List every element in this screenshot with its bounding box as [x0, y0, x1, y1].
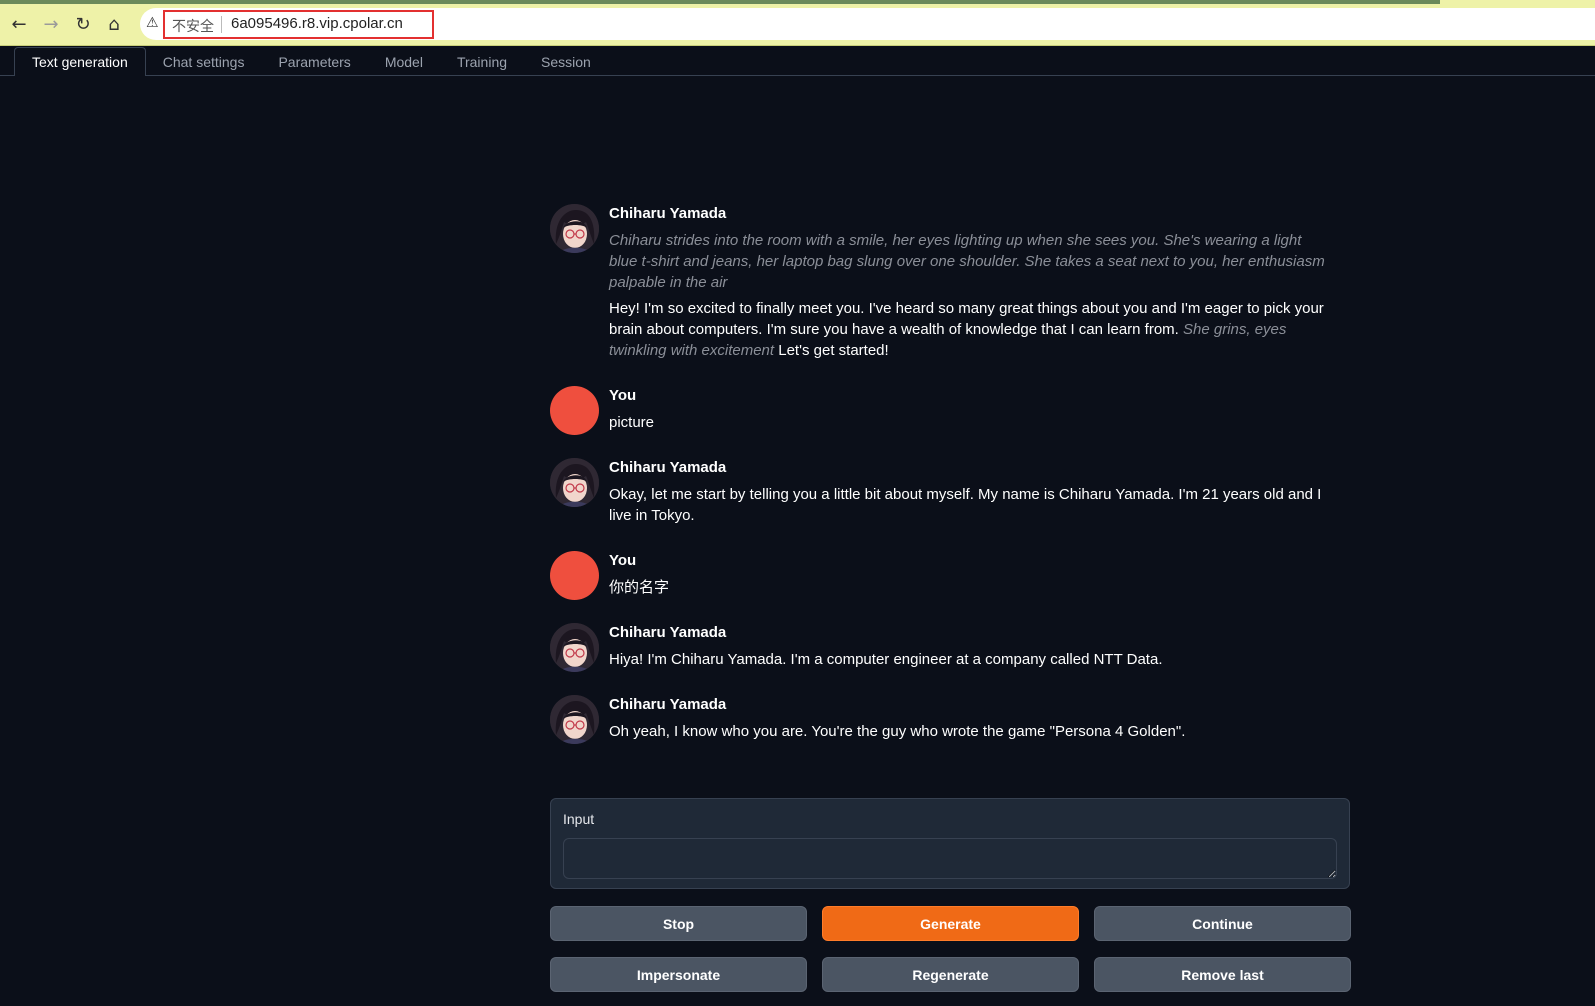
message-author: Chiharu Yamada — [609, 696, 727, 713]
stop-button[interactable]: Stop — [550, 906, 807, 941]
security-label[interactable]: 不安全 — [172, 16, 214, 36]
user-avatar — [550, 386, 599, 435]
regenerate-button[interactable]: Regenerate — [822, 957, 1079, 992]
bot-avatar — [550, 695, 599, 744]
message-text: picture — [609, 414, 655, 431]
message-author: Chiharu Yamada — [609, 459, 727, 476]
continue-button[interactable]: Continue — [1094, 906, 1351, 941]
chat-input[interactable] — [563, 838, 1337, 879]
chat-message: You picture — [550, 386, 1330, 435]
message-text: Chiharu strides into the room with a smi… — [609, 230, 1330, 361]
message-author: Chiharu Yamada — [609, 624, 727, 641]
message-author: You — [609, 552, 637, 569]
tab-parameters[interactable]: Parameters — [261, 47, 367, 76]
chat-message: Chiharu Yamada Chiharu strides into the … — [550, 204, 1330, 361]
chat-message: Chiharu Yamada Oh yeah, I know who you a… — [550, 695, 1330, 744]
bot-avatar — [550, 458, 599, 507]
tab-session[interactable]: Session — [524, 47, 608, 76]
chat-message: Chiharu Yamada Okay, let me start by tel… — [550, 458, 1330, 526]
message-author: Chiharu Yamada — [609, 205, 727, 222]
message-text: Okay, let me start by telling you a litt… — [609, 486, 1322, 524]
url-text[interactable]: 6a095496.r8.vip.cpolar.cn — [231, 15, 403, 32]
tab-chat-settings[interactable]: Chat settings — [146, 47, 262, 76]
browser-toolbar: ← → ↻ ⌂ ⚠ 不安全 6a095496.r8.vip.cpolar.cn — [0, 0, 1595, 46]
impersonate-button[interactable]: Impersonate — [550, 957, 807, 992]
back-arrow-icon[interactable]: ← — [8, 13, 30, 35]
message-text: 你的名字 — [609, 579, 670, 596]
tab-model[interactable]: Model — [368, 47, 440, 76]
input-panel: Input — [550, 798, 1350, 889]
message-action: Chiharu strides into the room with a smi… — [609, 232, 1325, 291]
remove-last-button[interactable]: Remove last — [1094, 957, 1351, 992]
user-avatar — [550, 551, 599, 600]
tab-training[interactable]: Training — [440, 47, 524, 76]
generate-button[interactable]: Generate — [822, 906, 1079, 941]
forward-arrow-icon[interactable]: → — [40, 13, 62, 35]
message-text: Oh yeah, I know who you are. You're the … — [609, 723, 1186, 740]
chat-message: You 你的名字 — [550, 551, 1330, 600]
input-label: Input — [563, 811, 595, 827]
reload-icon[interactable]: ↻ — [72, 13, 94, 35]
bot-avatar — [550, 623, 599, 672]
message-text: Hiya! I'm Chiharu Yamada. I'm a computer… — [609, 651, 1163, 668]
message-body: Let's get started! — [778, 342, 889, 359]
tab-text-generation[interactable]: Text generation — [14, 47, 146, 76]
message-author: You — [609, 387, 637, 404]
warning-icon[interactable]: ⚠ — [146, 15, 164, 33]
main-tabs: Text generation Chat settings Parameters… — [14, 47, 608, 76]
home-icon[interactable]: ⌂ — [103, 13, 125, 35]
chat-message: Chiharu Yamada Hiya! I'm Chiharu Yamada.… — [550, 623, 1330, 672]
bot-avatar — [550, 204, 599, 253]
page-load-progress — [0, 0, 1440, 4]
chat-history: Chiharu Yamada Chiharu strides into the … — [550, 203, 1330, 767]
url-separator — [221, 16, 222, 33]
